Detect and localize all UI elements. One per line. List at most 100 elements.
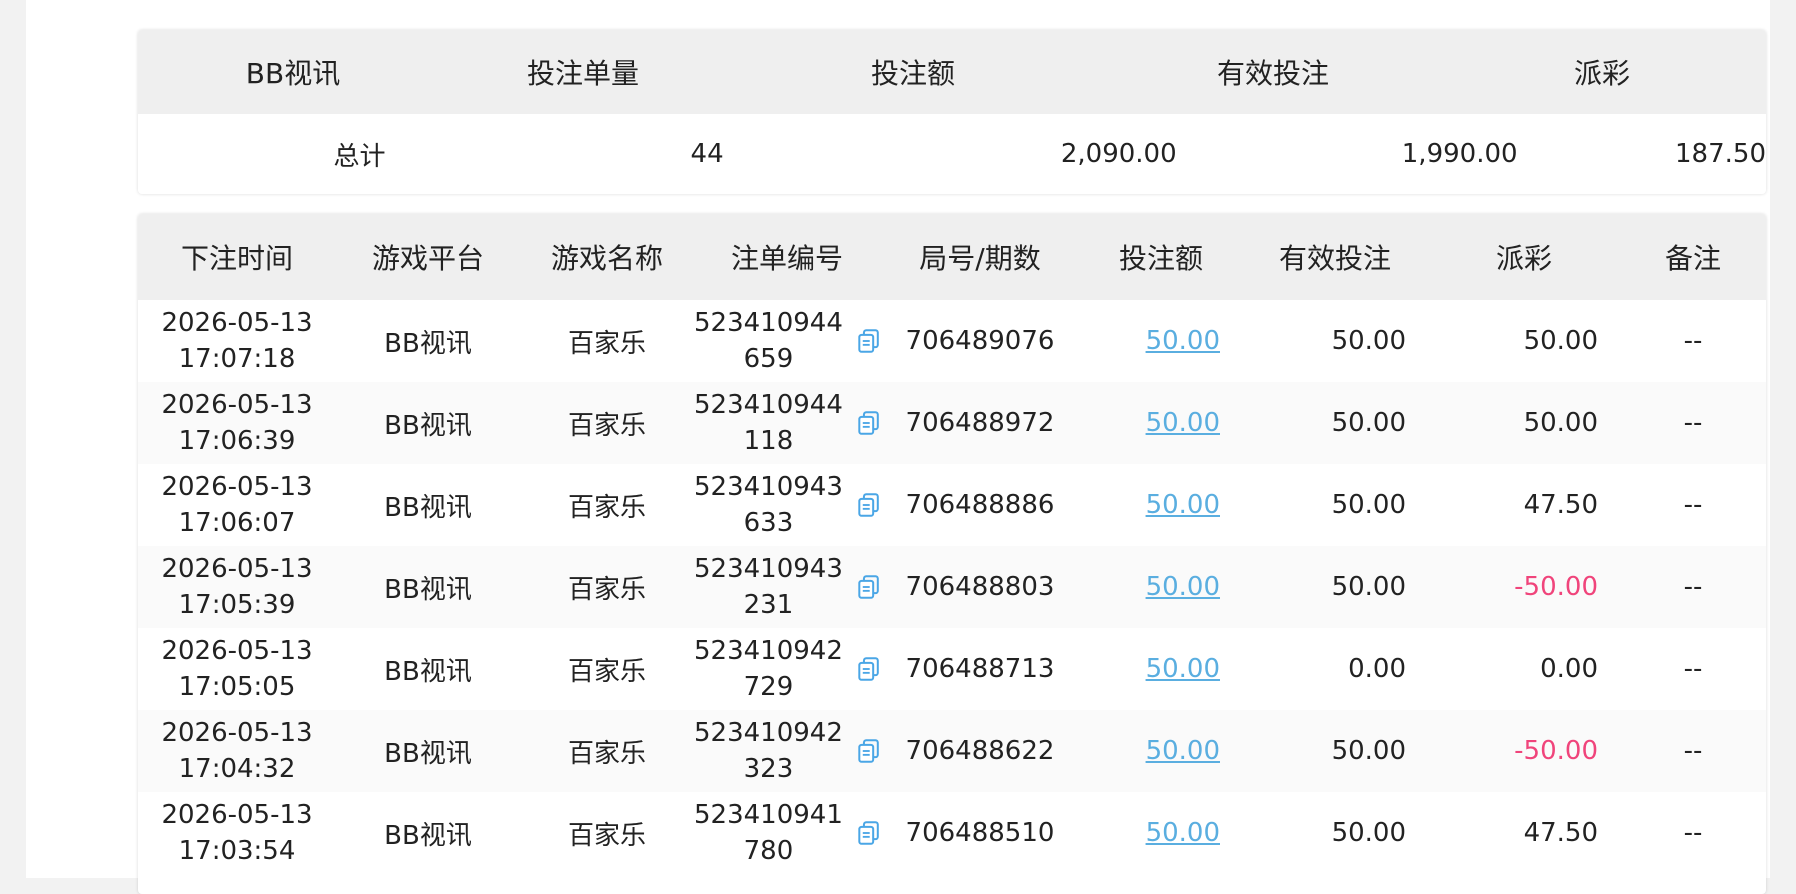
platform-cell: BB视讯 <box>384 492 472 523</box>
bet-date: 2026-05-13 <box>161 718 313 748</box>
order-no-part1: 523410942 <box>694 718 843 748</box>
bet-date: 2026-05-13 <box>161 472 313 502</box>
platform-cell: BB视讯 <box>336 546 520 628</box>
bet-detail-table: 下注时间 游戏平台 游戏名称 注单编号 局号/期数 投注额 有效投注 派彩 备注… <box>138 214 1766 874</box>
payout-cell: 50.00 <box>1428 382 1620 464</box>
bet-amount-cell[interactable]: 50.00 <box>1080 628 1242 710</box>
valid-bet-cell: 0.00 <box>1348 654 1406 684</box>
round-cell: 706488972 <box>880 382 1080 464</box>
game-name-cell: 百家乐 <box>520 710 694 792</box>
bet-amount-link[interactable]: 50.00 <box>1146 654 1220 684</box>
order-no-part2: 659 <box>743 344 794 374</box>
bet-amount-cell[interactable]: 50.00 <box>1080 464 1242 546</box>
bet-clock: 17:04:32 <box>178 754 296 784</box>
copy-icon[interactable] <box>857 325 880 357</box>
order-no-part2: 633 <box>743 508 794 538</box>
bet-date: 2026-05-13 <box>161 554 313 584</box>
col-header-valid-bet: 有效投注 <box>1242 214 1428 300</box>
valid-bet-cell: 50.00 <box>1242 382 1428 464</box>
copy-icon[interactable] <box>857 817 880 849</box>
bet-clock: 17:06:07 <box>178 508 296 538</box>
valid-bet-cell: 50.00 <box>1242 710 1428 792</box>
col-header-bet-time: 下注时间 <box>138 214 336 300</box>
order-no-part2: 231 <box>743 590 794 620</box>
bet-time-cell: 2026-05-13 17:05:05 <box>138 628 336 710</box>
order-no-cell: 523410942 729 <box>694 628 880 710</box>
copy-icon[interactable] <box>857 489 880 521</box>
platform-cell: BB视讯 <box>384 820 472 851</box>
order-no-part2: 780 <box>743 836 794 866</box>
copy-icon[interactable] <box>857 571 880 603</box>
bet-amount-link[interactable]: 50.00 <box>1146 408 1220 438</box>
bet-amount-link[interactable]: 50.00 <box>1146 326 1220 356</box>
game-name-cell: 百家乐 <box>520 382 694 464</box>
order-no-part1: 523410944 <box>694 390 843 420</box>
order-no-cell: 523410943 231 <box>694 546 880 628</box>
copy-icon[interactable] <box>857 735 880 767</box>
bet-amount-link[interactable]: 50.00 <box>1146 572 1220 602</box>
col-header-game-name: 游戏名称 <box>520 214 694 300</box>
bet-amount-cell[interactable]: 50.00 <box>1080 710 1242 792</box>
valid-bet-cell: 50.00 <box>1331 326 1406 356</box>
bet-amount-link[interactable]: 50.00 <box>1146 490 1220 520</box>
payout-cell: 47.50 <box>1523 490 1598 520</box>
note-cell: -- <box>1620 546 1766 628</box>
summary-header-bet-amount: 投注额 <box>870 57 955 90</box>
table-row: 2026-05-13 17:05:05 BB视讯 百家乐 523410942 729… <box>138 628 1766 710</box>
bet-date: 2026-05-13 <box>161 390 313 420</box>
table-row: 2026-05-13 17:04:32 BB视讯 百家乐 523410942 323… <box>138 710 1766 792</box>
bet-time-cell: 2026-05-13 17:03:54 <box>138 792 336 874</box>
order-no-cell: 523410943 633 <box>694 464 880 546</box>
platform-cell: BB视讯 <box>384 328 472 359</box>
copy-icon[interactable] <box>857 407 880 439</box>
order-no-part2: 323 <box>743 754 794 784</box>
platform-cell: BB视讯 <box>336 382 520 464</box>
table-row: 2026-05-13 17:03:54 BB视讯 百家乐 523410941 780… <box>138 792 1766 874</box>
summary-header: BB视讯 投注单量 投注额 有效投注 派彩 <box>138 30 1766 114</box>
game-name-cell: 百家乐 <box>567 656 646 687</box>
round-cell: 706488803 <box>880 546 1080 628</box>
valid-bet-cell: 50.00 <box>1331 818 1406 848</box>
summary-total-label: 总计 <box>333 141 386 172</box>
order-no-part2: 729 <box>743 672 794 702</box>
game-name-cell: 百家乐 <box>520 546 694 628</box>
bet-time-cell: 2026-05-13 17:05:39 <box>138 546 336 628</box>
bet-detail-card: 下注时间 游戏平台 游戏名称 注单编号 局号/期数 投注额 有效投注 派彩 备注… <box>138 214 1766 894</box>
round-cell: 706489076 <box>905 326 1055 356</box>
bet-clock: 17:05:05 <box>178 672 296 702</box>
bet-clock: 17:05:39 <box>178 590 296 620</box>
col-header-round: 局号/期数 <box>880 214 1080 300</box>
bet-clock: 17:07:18 <box>178 344 296 374</box>
order-no-part1: 523410943 <box>694 472 843 502</box>
order-no-part1: 523410941 <box>694 800 843 830</box>
payout-cell: 0.00 <box>1540 654 1598 684</box>
order-no-part1: 523410943 <box>694 554 843 584</box>
bet-amount-cell[interactable]: 50.00 <box>1080 546 1242 628</box>
bet-date: 2026-05-13 <box>161 308 313 338</box>
valid-bet-cell: 50.00 <box>1242 546 1428 628</box>
bet-amount-cell[interactable]: 50.00 <box>1080 792 1242 874</box>
order-no-part1: 523410942 <box>694 636 843 666</box>
order-no-cell: 523410944 118 <box>694 382 880 464</box>
bet-amount-link[interactable]: 50.00 <box>1146 736 1220 766</box>
note-cell: -- <box>1620 710 1766 792</box>
game-name-cell: 百家乐 <box>567 820 646 851</box>
col-header-bet-amount: 投注额 <box>1080 214 1242 300</box>
note-cell: -- <box>1683 326 1703 356</box>
game-name-cell: 百家乐 <box>567 328 646 359</box>
order-no-cell: 523410942 323 <box>694 710 880 792</box>
table-header-row: 下注时间 游戏平台 游戏名称 注单编号 局号/期数 投注额 有效投注 派彩 备注 <box>138 214 1766 300</box>
bet-amount-cell[interactable]: 50.00 <box>1080 382 1242 464</box>
payout-cell: 50.00 <box>1523 326 1598 356</box>
platform-cell: BB视讯 <box>336 710 520 792</box>
bet-amount-link[interactable]: 50.00 <box>1146 818 1220 848</box>
copy-icon[interactable] <box>857 653 880 685</box>
bet-time-cell: 2026-05-13 17:06:07 <box>138 464 336 546</box>
bet-date: 2026-05-13 <box>161 636 313 666</box>
bet-time-cell: 2026-05-13 17:06:39 <box>138 382 336 464</box>
round-cell: 706488510 <box>905 818 1055 848</box>
round-cell: 706488713 <box>905 654 1055 684</box>
bet-amount-cell[interactable]: 50.00 <box>1080 300 1242 382</box>
note-cell: -- <box>1683 818 1703 848</box>
summary-payout: 187.50 <box>1675 139 1766 169</box>
